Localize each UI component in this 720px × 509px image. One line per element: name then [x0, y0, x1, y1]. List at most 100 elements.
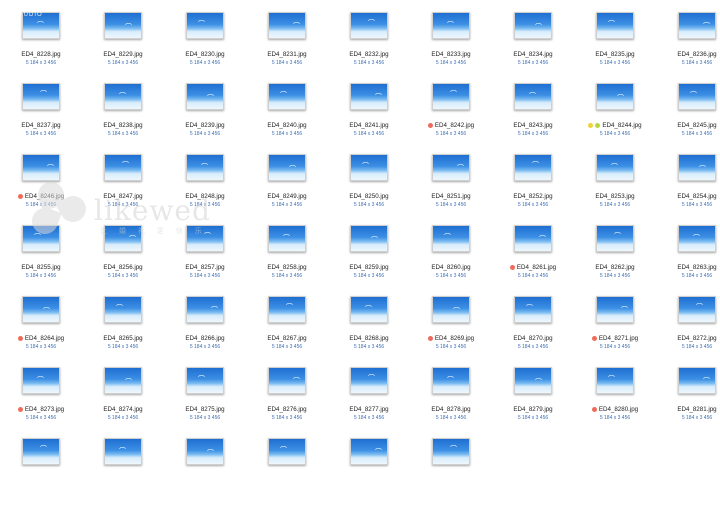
file-name[interactable]: ED4_8256.jpg — [103, 264, 142, 271]
file-item[interactable]: ⌒ ED4_8231.jpg 5 184 x 3 456 — [246, 12, 328, 83]
file-item[interactable]: ⌒ ED4_8246.jpg 5 184 x 3 456 — [0, 154, 82, 225]
file-name[interactable]: ED4_8232.jpg — [349, 51, 388, 58]
file-name[interactable]: ED4_8235.jpg — [595, 51, 634, 58]
image-thumbnail[interactable]: ⌒ — [268, 296, 306, 323]
file-item[interactable]: ⌒ ED4_8230.jpg 5 184 x 3 456 — [164, 12, 246, 83]
file-name[interactable]: ED4_8231.jpg — [267, 51, 306, 58]
file-name[interactable]: ED4_8246.jpg — [25, 193, 64, 200]
image-thumbnail[interactable]: ⌒ — [432, 83, 470, 110]
file-name[interactable]: ED4_8238.jpg — [103, 122, 142, 129]
image-thumbnail[interactable]: ⌒ — [350, 225, 388, 252]
image-thumbnail[interactable]: ⌒ — [514, 154, 552, 181]
file-name[interactable]: ED4_8240.jpg — [267, 122, 306, 129]
file-name[interactable]: ED4_8271.jpg — [599, 335, 638, 342]
file-name[interactable]: ED4_8255.jpg — [21, 264, 60, 271]
image-thumbnail[interactable]: ⌒ — [22, 296, 60, 323]
file-item[interactable]: ⌒ ED4_8248.jpg 5 184 x 3 456 — [164, 154, 246, 225]
file-item[interactable]: ⌒ ED4_8267.jpg 5 184 x 3 456 — [246, 296, 328, 367]
file-name[interactable]: ED4_8250.jpg — [349, 193, 388, 200]
image-thumbnail[interactable]: ⌒ — [350, 83, 388, 110]
image-thumbnail[interactable]: ⌒ — [432, 12, 470, 39]
file-item[interactable]: ⌒ ED4_8242.jpg 5 184 x 3 456 — [410, 83, 492, 154]
file-item[interactable]: ⌒ ED4_8253.jpg 5 184 x 3 456 — [574, 154, 656, 225]
image-thumbnail[interactable]: ⌒ — [22, 367, 60, 394]
file-name[interactable]: ED4_8263.jpg — [677, 264, 716, 271]
file-name[interactable]: ED4_8229.jpg — [103, 51, 142, 58]
image-thumbnail[interactable]: ⌒ — [596, 12, 634, 39]
file-name[interactable]: ED4_8259.jpg — [349, 264, 388, 271]
file-name[interactable]: ED4_8267.jpg — [267, 335, 306, 342]
image-thumbnail[interactable]: ⌒ — [432, 154, 470, 181]
image-thumbnail[interactable]: ⌒ — [104, 225, 142, 252]
file-name[interactable]: ED4_8242.jpg — [435, 122, 474, 129]
image-thumbnail[interactable]: ⌒ — [268, 12, 306, 39]
file-name[interactable]: ED4_8247.jpg — [103, 193, 142, 200]
file-item[interactable]: ⌒ ED4_8265.jpg 5 184 x 3 456 — [82, 296, 164, 367]
file-item[interactable]: ⌒ ED4_8252.jpg 5 184 x 3 456 — [492, 154, 574, 225]
image-thumbnail[interactable]: ⌒ — [186, 296, 224, 323]
file-item[interactable]: ⌒ ED4_8272.jpg 5 184 x 3 456 — [656, 296, 720, 367]
file-item[interactable]: ⌒ ED4_8255.jpg 5 184 x 3 456 — [0, 225, 82, 296]
file-item[interactable]: ⌒ — [164, 438, 246, 509]
file-name[interactable]: ED4_8279.jpg — [513, 406, 552, 413]
file-item[interactable]: ⌒ ED4_8281.jpg 5 184 x 3 456 — [656, 367, 720, 438]
file-item[interactable]: ⌒ — [82, 438, 164, 509]
file-item[interactable]: ⌒ ED4_8240.jpg 5 184 x 3 456 — [246, 83, 328, 154]
image-thumbnail[interactable]: ⌒ — [186, 438, 224, 465]
file-item[interactable]: ⌒ — [328, 438, 410, 509]
file-item[interactable]: ⌒ ED4_8271.jpg 5 184 x 3 456 — [574, 296, 656, 367]
file-name[interactable]: ED4_8244.jpg — [602, 122, 641, 129]
image-thumbnail[interactable]: ⌒ — [514, 12, 552, 39]
file-name[interactable]: ED4_8234.jpg — [513, 51, 552, 58]
file-name[interactable]: ED4_8277.jpg — [349, 406, 388, 413]
file-item[interactable]: ⌒ ED4_8263.jpg 5 184 x 3 456 — [656, 225, 720, 296]
file-name[interactable]: ED4_8268.jpg — [349, 335, 388, 342]
image-thumbnail[interactable]: ⌒ — [514, 225, 552, 252]
file-item[interactable]: ⌒ ED4_8274.jpg 5 184 x 3 456 — [82, 367, 164, 438]
image-thumbnail[interactable]: ⌒ — [596, 154, 634, 181]
file-name[interactable]: ED4_8272.jpg — [677, 335, 716, 342]
file-name[interactable]: ED4_8248.jpg — [185, 193, 224, 200]
image-thumbnail[interactable]: ⌒ — [596, 367, 634, 394]
file-item[interactable]: ⌒ ED4_8270.jpg 5 184 x 3 456 — [492, 296, 574, 367]
image-thumbnail[interactable]: ⌒ — [186, 154, 224, 181]
image-thumbnail[interactable]: ⌒ — [268, 225, 306, 252]
image-thumbnail[interactable]: ⌒ — [268, 367, 306, 394]
image-thumbnail[interactable]: ⌒ — [350, 438, 388, 465]
image-thumbnail[interactable]: ⌒ — [596, 296, 634, 323]
file-name[interactable]: ED4_8261.jpg — [517, 264, 556, 271]
image-thumbnail[interactable]: ⌒ — [186, 225, 224, 252]
image-thumbnail[interactable]: ⌒ — [104, 12, 142, 39]
file-item[interactable]: ⌒ — [410, 438, 492, 509]
image-thumbnail[interactable]: ⌒ — [104, 154, 142, 181]
file-name[interactable]: ED4_8266.jpg — [185, 335, 224, 342]
file-item[interactable]: ⌒ ED4_8280.jpg 5 184 x 3 456 — [574, 367, 656, 438]
file-item[interactable]: ⌒ ED4_8254.jpg 5 184 x 3 456 — [656, 154, 720, 225]
image-thumbnail[interactable]: ⌒ — [678, 225, 716, 252]
file-name[interactable]: ED4_8264.jpg — [25, 335, 64, 342]
file-name[interactable]: ED4_8254.jpg — [677, 193, 716, 200]
image-thumbnail[interactable]: ⌒ — [678, 296, 716, 323]
file-name[interactable]: ED4_8228.jpg — [21, 51, 60, 58]
file-name[interactable]: ED4_8260.jpg — [431, 264, 470, 271]
file-item[interactable]: ⌒ ED4_8264.jpg 5 184 x 3 456 — [0, 296, 82, 367]
image-thumbnail[interactable]: ⌒ — [350, 367, 388, 394]
file-name[interactable]: ED4_8274.jpg — [103, 406, 142, 413]
image-thumbnail[interactable]: ⌒ — [514, 296, 552, 323]
image-thumbnail[interactable]: ⌒ — [432, 367, 470, 394]
file-item[interactable]: ⌒ ED4_8234.jpg 5 184 x 3 456 — [492, 12, 574, 83]
image-thumbnail[interactable]: ⌒ — [104, 296, 142, 323]
image-thumbnail[interactable]: ⌒ — [22, 154, 60, 181]
file-item[interactable]: ⌒ ED4_8243.jpg 5 184 x 3 456 — [492, 83, 574, 154]
file-item[interactable]: ⌒ ED4_8250.jpg 5 184 x 3 456 — [328, 154, 410, 225]
image-thumbnail[interactable]: ⌒ — [596, 225, 634, 252]
file-name[interactable]: ED4_8230.jpg — [185, 51, 224, 58]
file-name[interactable]: ED4_8270.jpg — [513, 335, 552, 342]
image-thumbnail[interactable]: ⌒ — [104, 438, 142, 465]
file-item[interactable]: ⌒ ED4_8249.jpg 5 184 x 3 456 — [246, 154, 328, 225]
file-item[interactable]: ⌒ ED4_8257.jpg 5 184 x 3 456 — [164, 225, 246, 296]
file-item[interactable]: ⌒ ED4_8244.jpg 5 184 x 3 456 — [574, 83, 656, 154]
file-name[interactable]: ED4_8269.jpg — [435, 335, 474, 342]
file-name[interactable]: ED4_8258.jpg — [267, 264, 306, 271]
image-thumbnail[interactable]: ⌒ — [432, 225, 470, 252]
